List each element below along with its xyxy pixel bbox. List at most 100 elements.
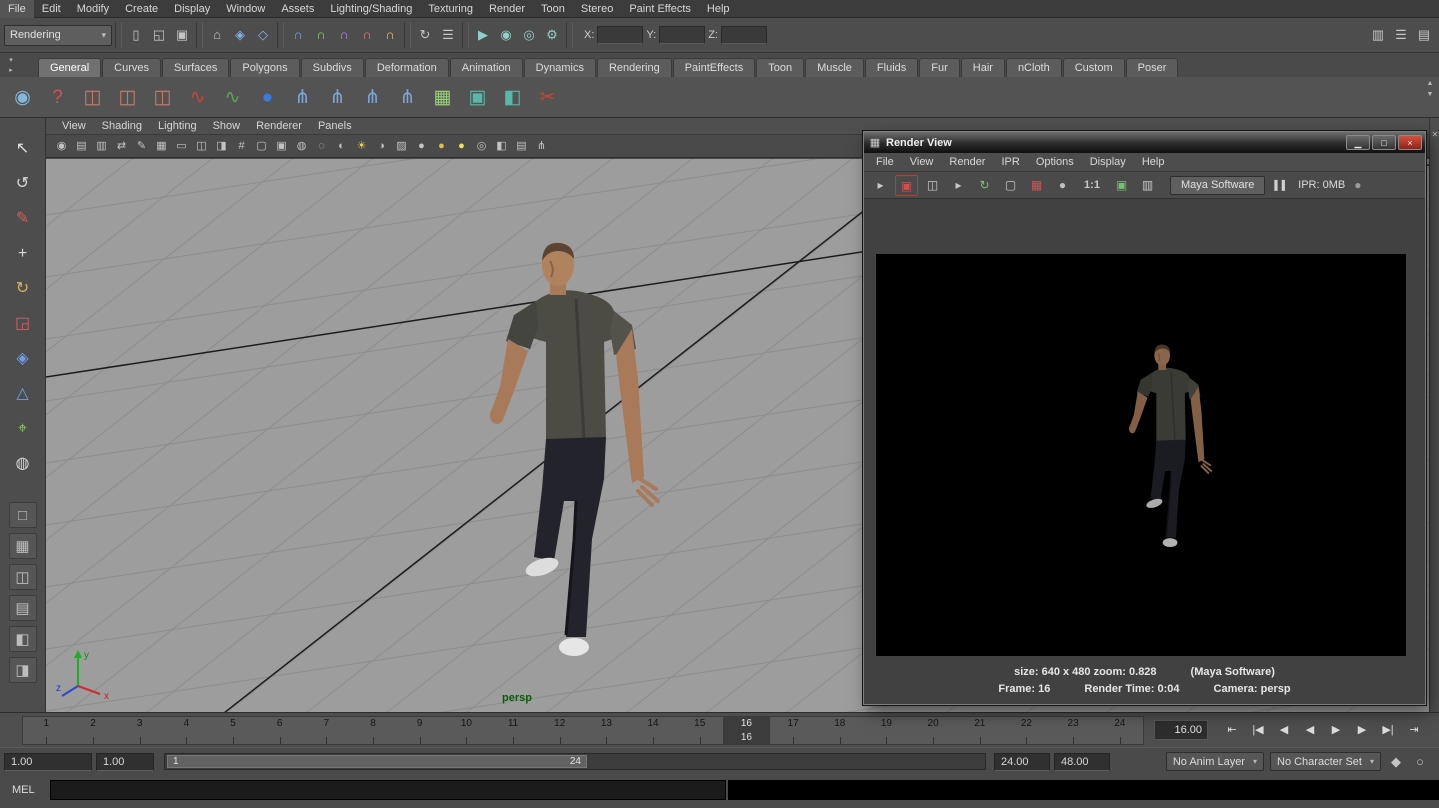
panel-menu-item[interactable]: Shading <box>94 118 150 135</box>
save-scene-icon[interactable]: ▣ <box>171 24 193 46</box>
shelf-tab[interactable]: Custom <box>1063 58 1125 77</box>
shelf-scroll-down-icon[interactable]: ▼ <box>1423 90 1437 99</box>
bookmarks-icon[interactable]: ▤ <box>72 137 91 156</box>
environment-sphere-icon[interactable]: ● <box>251 81 284 114</box>
menu-item[interactable]: Lighting/Shading <box>322 0 420 18</box>
animation-preferences-icon[interactable]: ◆ <box>1385 751 1407 773</box>
z-coordinate-input[interactable] <box>721 26 767 44</box>
render-view-menu-item[interactable]: Render <box>941 153 993 172</box>
display-alpha-channel-icon[interactable]: ● <box>1051 175 1074 196</box>
frame-tick[interactable]: 24 <box>1096 717 1143 744</box>
gate-mask-icon[interactable]: ◨ <box>212 137 231 156</box>
soft-modification-icon[interactable]: △ <box>8 379 38 409</box>
image-plane-icon[interactable]: ▥ <box>92 137 111 156</box>
film-gate-icon[interactable]: ▭ <box>172 137 191 156</box>
snap-to-grid-icon[interactable]: ∩ <box>287 24 309 46</box>
select-tool-icon[interactable]: ↖ <box>8 134 38 164</box>
channel-box-toggle-icon[interactable]: ▤ <box>1413 24 1435 46</box>
menu-item[interactable]: Modify <box>69 0 117 18</box>
wireframe-on-shaded-icon[interactable]: ◍ <box>292 137 311 156</box>
frame-ruler[interactable]: 123456789101112131415161718192021222324 <box>22 716 1144 745</box>
shelf-menu-arrow-icon[interactable]: ▾ <box>4 56 18 65</box>
open-render-view-icon[interactable]: ▶ <box>472 24 494 46</box>
rotate-tool-icon[interactable]: ↻ <box>8 274 38 304</box>
animation-end-field[interactable]: 48.00 <box>1054 753 1110 771</box>
shelf-tab[interactable]: Fluids <box>865 58 918 77</box>
frame-tick[interactable]: 13 <box>583 717 630 744</box>
ipr-redo-icon[interactable]: ▸ <box>947 175 970 196</box>
menu-item[interactable]: Help <box>699 0 738 18</box>
redo-previous-render-icon[interactable]: ▸ <box>869 175 892 196</box>
y-coordinate-input[interactable] <box>659 26 705 44</box>
playback-end-field[interactable]: 24.00 <box>994 753 1050 771</box>
pause-ipr-icon[interactable]: ▌▌ <box>1274 180 1289 190</box>
construction-history-icon[interactable]: ↻ <box>414 24 436 46</box>
shelf-tab[interactable]: Toon <box>756 58 804 77</box>
pane-layout-icon[interactable]: ◧ <box>492 137 511 156</box>
layout-single-pane-icon[interactable]: □ <box>9 502 37 528</box>
textured-icon[interactable]: ▨ <box>392 137 411 156</box>
frame-tick[interactable]: 21 <box>956 717 1003 744</box>
frame-tick[interactable]: 5 <box>210 717 257 744</box>
display-real-size-icon[interactable]: 1:1 <box>1077 175 1107 196</box>
resolution-gate-icon[interactable]: ◫ <box>192 137 211 156</box>
auto-keyframe-toggle-icon[interactable]: ○ <box>1409 751 1431 773</box>
frame-tick[interactable]: 8 <box>350 717 397 744</box>
shading-node-up-icon[interactable]: ⋔ <box>356 81 389 114</box>
menu-item[interactable]: Stereo <box>573 0 621 18</box>
render-view-titlebar[interactable]: ▦ Render View ▁□× <box>864 132 1425 153</box>
range-slider-bar[interactable]: 1 24 <box>167 755 587 768</box>
safe-title-icon[interactable]: ▣ <box>272 137 291 156</box>
frame-tick[interactable]: 17 <box>770 717 817 744</box>
scale-tool-icon[interactable]: ◲ <box>8 309 38 339</box>
snapshot-options-icon[interactable]: ▥ <box>1136 175 1159 196</box>
shelf-tab[interactable]: Polygons <box>230 58 299 77</box>
attribute-editor-toggle-icon[interactable]: ▥ <box>1367 24 1389 46</box>
shelf-item-arrow-icon[interactable]: ▸ <box>4 66 18 75</box>
frame-tick[interactable]: 16 <box>723 717 770 744</box>
shading-transfer-icon[interactable]: ◧ <box>496 81 529 114</box>
menu-item[interactable]: Texturing <box>420 0 481 18</box>
close-icon[interactable]: ✕ <box>1430 130 1439 139</box>
frame-tick[interactable]: 4 <box>163 717 210 744</box>
shelf-tab[interactable]: Deformation <box>365 58 449 77</box>
frame-tick[interactable]: 14 <box>630 717 677 744</box>
frame-tick[interactable]: 19 <box>863 717 910 744</box>
command-line-input[interactable] <box>50 780 726 800</box>
frame-tick[interactable]: 2 <box>70 717 117 744</box>
step-forward-key-button[interactable]: ▶| <box>1376 719 1400 741</box>
make-live-icon[interactable]: ∩ <box>379 24 401 46</box>
frame-tick[interactable]: 20 <box>910 717 957 744</box>
play-backwards-button[interactable]: ◀ <box>1298 719 1322 741</box>
grid-toggle-icon[interactable]: ▦ <box>152 137 171 156</box>
shelf-tab[interactable]: Dynamics <box>524 58 596 77</box>
snap-to-point-icon[interactable]: ∩ <box>333 24 355 46</box>
shelf-tab[interactable]: Surfaces <box>162 58 229 77</box>
command-language-label[interactable]: MEL <box>0 784 50 796</box>
new-scene-icon[interactable]: ▯ <box>125 24 147 46</box>
two-d-pan-zoom-icon[interactable]: ⇄ <box>112 137 131 156</box>
ipr-render-icon[interactable]: ◎ <box>518 24 540 46</box>
menu-item[interactable]: Assets <box>273 0 322 18</box>
universal-manipulator-icon[interactable]: ◈ <box>8 344 38 374</box>
frame-tick[interactable]: 9 <box>396 717 443 744</box>
render-help-icon[interactable]: ? <box>41 81 74 114</box>
shading-group-icon[interactable]: ▣ <box>461 81 494 114</box>
render-view-menu-item[interactable]: Options <box>1028 153 1082 172</box>
x-coordinate-input[interactable] <box>597 26 643 44</box>
render-current-frame-icon[interactable]: ◉ <box>495 24 517 46</box>
character-set-selector[interactable]: No Character Set ▾ <box>1270 752 1381 771</box>
display-rgb-channels-icon[interactable]: ▦ <box>1025 175 1048 196</box>
step-back-frame-button[interactable]: ◀ <box>1272 719 1296 741</box>
maximize-button[interactable]: □ <box>1372 135 1396 150</box>
snap-to-view-plane-icon[interactable]: ∩ <box>356 24 378 46</box>
safe-action-icon[interactable]: ▢ <box>252 137 271 156</box>
move-tool-icon[interactable]: + <box>8 239 38 269</box>
shelf-tab[interactable]: Poser <box>1126 58 1179 77</box>
menu-item[interactable]: Paint Effects <box>621 0 699 18</box>
shelf-tab[interactable]: Muscle <box>805 58 864 77</box>
medium-quality-icon[interactable]: ● <box>432 137 451 156</box>
play-forwards-button[interactable]: ▶ <box>1324 719 1348 741</box>
camera-attributes-icon[interactable]: ◉ <box>52 137 71 156</box>
minimize-button[interactable]: ▁ <box>1346 135 1370 150</box>
